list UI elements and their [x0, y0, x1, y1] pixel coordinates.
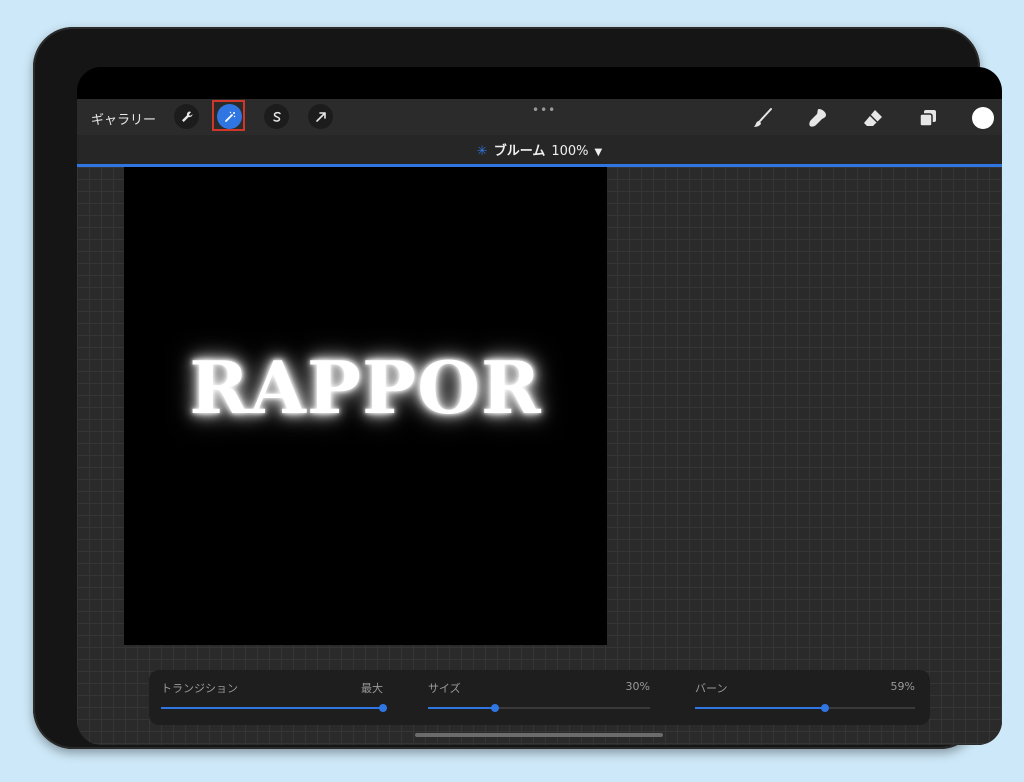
wrench-icon: [181, 110, 193, 122]
adjustment-name: ブルーム: [493, 144, 546, 159]
drawing-canvas[interactable]: RAPPOR: [124, 167, 607, 645]
selection-icon: [272, 111, 281, 122]
eraser-icon: [864, 110, 882, 126]
actions-wrench-button[interactable]: [174, 104, 199, 129]
slider-fill: [695, 707, 825, 709]
home-indicator[interactable]: [415, 733, 663, 737]
slider-knob[interactable]: [490, 704, 499, 712]
bloom-star-icon: ✳: [476, 144, 488, 159]
slider-value: 59%: [890, 680, 915, 693]
more-options-dots[interactable]: •••: [532, 103, 556, 117]
bloom-settings-panel: トランジション 最大 サイズ 30% バーン 59%: [149, 670, 930, 725]
slider-fill: [428, 707, 495, 709]
slider-knob[interactable]: [379, 704, 387, 712]
brush-icon: [754, 108, 772, 127]
slider-label: トランジション: [161, 682, 238, 695]
slider-value: 30%: [625, 680, 650, 693]
slider-label: バーン: [695, 682, 728, 695]
slider-value: 最大: [361, 682, 383, 695]
gallery-button[interactable]: ギャラリー: [91, 109, 156, 128]
slider-knob[interactable]: [820, 704, 829, 712]
slider-label: サイズ: [428, 682, 461, 695]
slider-track[interactable]: [695, 704, 915, 712]
canvas-glow-text: RAPPOR: [189, 345, 542, 430]
layers-icon: [919, 110, 936, 127]
tablet-device: ギャラリー ••• ✳ ブルーム 100% ▼ RAPPOR トランジション 最…: [33, 27, 1002, 749]
transform-arrow-icon: [315, 111, 326, 122]
triangle-down-icon: ▼: [594, 147, 603, 158]
brush-tool-button[interactable]: [750, 105, 776, 131]
slider-track[interactable]: [428, 704, 650, 712]
slider-track[interactable]: [161, 704, 387, 712]
eraser-tool-button[interactable]: [860, 105, 886, 131]
adjustment-title[interactable]: ✳ ブルーム 100% ▼: [77, 140, 1002, 159]
color-picker-swatch[interactable]: [972, 107, 994, 129]
layers-button[interactable]: [915, 105, 941, 131]
smudge-icon: [809, 109, 826, 127]
transform-button[interactable]: [308, 104, 333, 129]
highlight-frame: [212, 100, 245, 131]
workspace-grid: RAPPOR: [77, 167, 1002, 745]
smudge-tool-button[interactable]: [805, 105, 831, 131]
adjustment-percent: 100%: [551, 144, 589, 159]
app-screen: ギャラリー ••• ✳ ブルーム 100% ▼ RAPPOR トランジション 最…: [77, 67, 1002, 745]
slider-fill: [161, 707, 383, 709]
selection-button[interactable]: [264, 104, 289, 129]
